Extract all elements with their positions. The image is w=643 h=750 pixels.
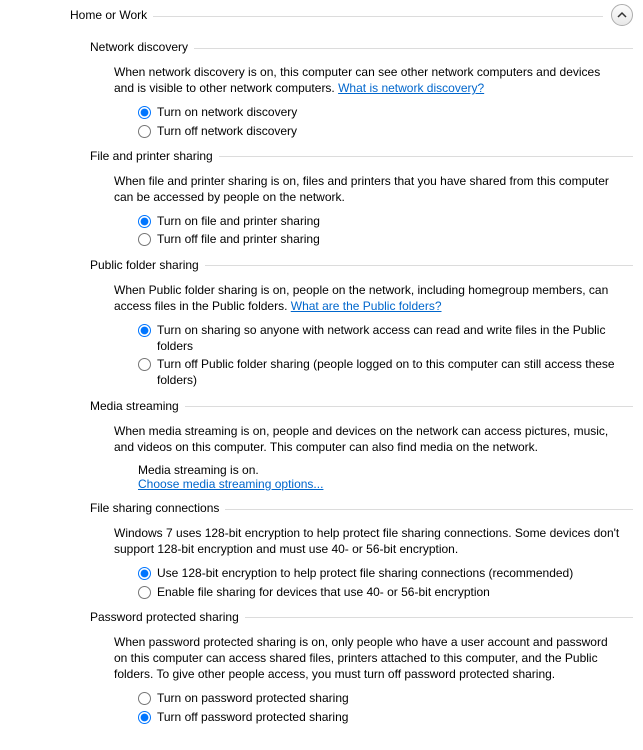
radio-option[interactable]: Turn on sharing so anyone with network a… xyxy=(138,322,623,354)
radio-option[interactable]: Turn off Public folder sharing (people l… xyxy=(138,356,623,388)
radio-128bit-encryption[interactable] xyxy=(138,567,151,580)
section-description: Windows 7 uses 128-bit encryption to hel… xyxy=(114,525,623,557)
link-what-is-network-discovery[interactable]: What is network discovery? xyxy=(338,81,484,95)
section-title: File and printer sharing xyxy=(90,149,219,163)
radio-label: Use 128-bit encryption to help protect f… xyxy=(157,565,623,581)
radio-file-printer-off[interactable] xyxy=(138,233,151,246)
radio-option[interactable]: Turn on password protected sharing xyxy=(138,690,623,706)
radio-public-folder-on[interactable] xyxy=(138,324,151,337)
section-description: When network discovery is on, this compu… xyxy=(114,64,623,96)
radio-group: Turn on password protected sharing Turn … xyxy=(138,690,623,724)
collapse-button[interactable] xyxy=(611,4,633,26)
section-title: File sharing connections xyxy=(90,501,225,515)
radio-group: Turn on sharing so anyone with network a… xyxy=(138,322,623,389)
section-description: When Public folder sharing is on, people… xyxy=(114,282,623,314)
radio-40-56bit-encryption[interactable] xyxy=(138,586,151,599)
radio-label: Turn on file and printer sharing xyxy=(157,213,623,229)
radio-file-printer-on[interactable] xyxy=(138,215,151,228)
section-password-protected-sharing: Password protected sharing When password… xyxy=(90,610,633,725)
section-title: Password protected sharing xyxy=(90,610,245,624)
radio-label: Turn off Public folder sharing (people l… xyxy=(157,356,623,388)
section-public-folder-sharing: Public folder sharing When Public folder… xyxy=(90,258,633,389)
radio-option[interactable]: Turn off password protected sharing xyxy=(138,709,623,725)
radio-password-protected-on[interactable] xyxy=(138,692,151,705)
radio-network-discovery-off[interactable] xyxy=(138,125,151,138)
radio-option[interactable]: Turn off file and printer sharing xyxy=(138,231,623,247)
radio-label: Turn on sharing so anyone with network a… xyxy=(157,322,623,354)
section-header: File sharing connections xyxy=(90,501,633,515)
profile-title: Home or Work xyxy=(70,8,153,22)
radio-group: Use 128-bit encryption to help protect f… xyxy=(138,565,623,599)
radio-network-discovery-on[interactable] xyxy=(138,106,151,119)
radio-label: Turn on password protected sharing xyxy=(157,690,623,706)
radio-group: Turn on file and printer sharing Turn of… xyxy=(138,213,623,247)
link-what-are-public-folders[interactable]: What are the Public folders? xyxy=(291,299,442,313)
section-file-sharing-connections: File sharing connections Windows 7 uses … xyxy=(90,501,633,600)
radio-label: Turn off file and printer sharing xyxy=(157,231,623,247)
divider xyxy=(194,48,633,49)
radio-label: Enable file sharing for devices that use… xyxy=(157,584,623,600)
section-header: Public folder sharing xyxy=(90,258,633,272)
radio-group: Turn on network discovery Turn off netwo… xyxy=(138,104,623,138)
chevron-up-icon xyxy=(617,10,627,20)
radio-public-folder-off[interactable] xyxy=(138,358,151,371)
media-streaming-status: Media streaming is on. xyxy=(138,463,623,477)
section-header: Network discovery xyxy=(90,40,633,54)
radio-password-protected-off[interactable] xyxy=(138,711,151,724)
section-title: Public folder sharing xyxy=(90,258,205,272)
profile-header: Home or Work xyxy=(70,0,633,30)
section-title: Network discovery xyxy=(90,40,194,54)
section-description: When media streaming is on, people and d… xyxy=(114,423,623,455)
section-title: Media streaming xyxy=(90,399,185,413)
section-media-streaming: Media streaming When media streaming is … xyxy=(90,399,633,491)
section-header: Password protected sharing xyxy=(90,610,633,624)
section-file-printer-sharing: File and printer sharing When file and p… xyxy=(90,149,633,248)
section-network-discovery: Network discovery When network discovery… xyxy=(90,40,633,139)
radio-option[interactable]: Turn on network discovery xyxy=(138,104,623,120)
media-streaming-status-block: Media streaming is on. Choose media stre… xyxy=(138,463,623,491)
section-description: When password protected sharing is on, o… xyxy=(114,634,623,683)
divider xyxy=(245,617,633,618)
radio-option[interactable]: Use 128-bit encryption to help protect f… xyxy=(138,565,623,581)
section-header: Media streaming xyxy=(90,399,633,413)
section-header: File and printer sharing xyxy=(90,149,633,163)
divider xyxy=(153,16,603,17)
divider xyxy=(219,156,633,157)
radio-option[interactable]: Turn on file and printer sharing xyxy=(138,213,623,229)
radio-label: Turn off password protected sharing xyxy=(157,709,623,725)
radio-option[interactable]: Turn off network discovery xyxy=(138,123,623,139)
radio-label: Turn off network discovery xyxy=(157,123,623,139)
divider xyxy=(225,509,633,510)
divider xyxy=(185,406,633,407)
divider xyxy=(205,265,633,266)
section-description: When file and printer sharing is on, fil… xyxy=(114,173,623,205)
radio-option[interactable]: Enable file sharing for devices that use… xyxy=(138,584,623,600)
link-media-streaming-options[interactable]: Choose media streaming options... xyxy=(138,477,323,491)
radio-label: Turn on network discovery xyxy=(157,104,623,120)
